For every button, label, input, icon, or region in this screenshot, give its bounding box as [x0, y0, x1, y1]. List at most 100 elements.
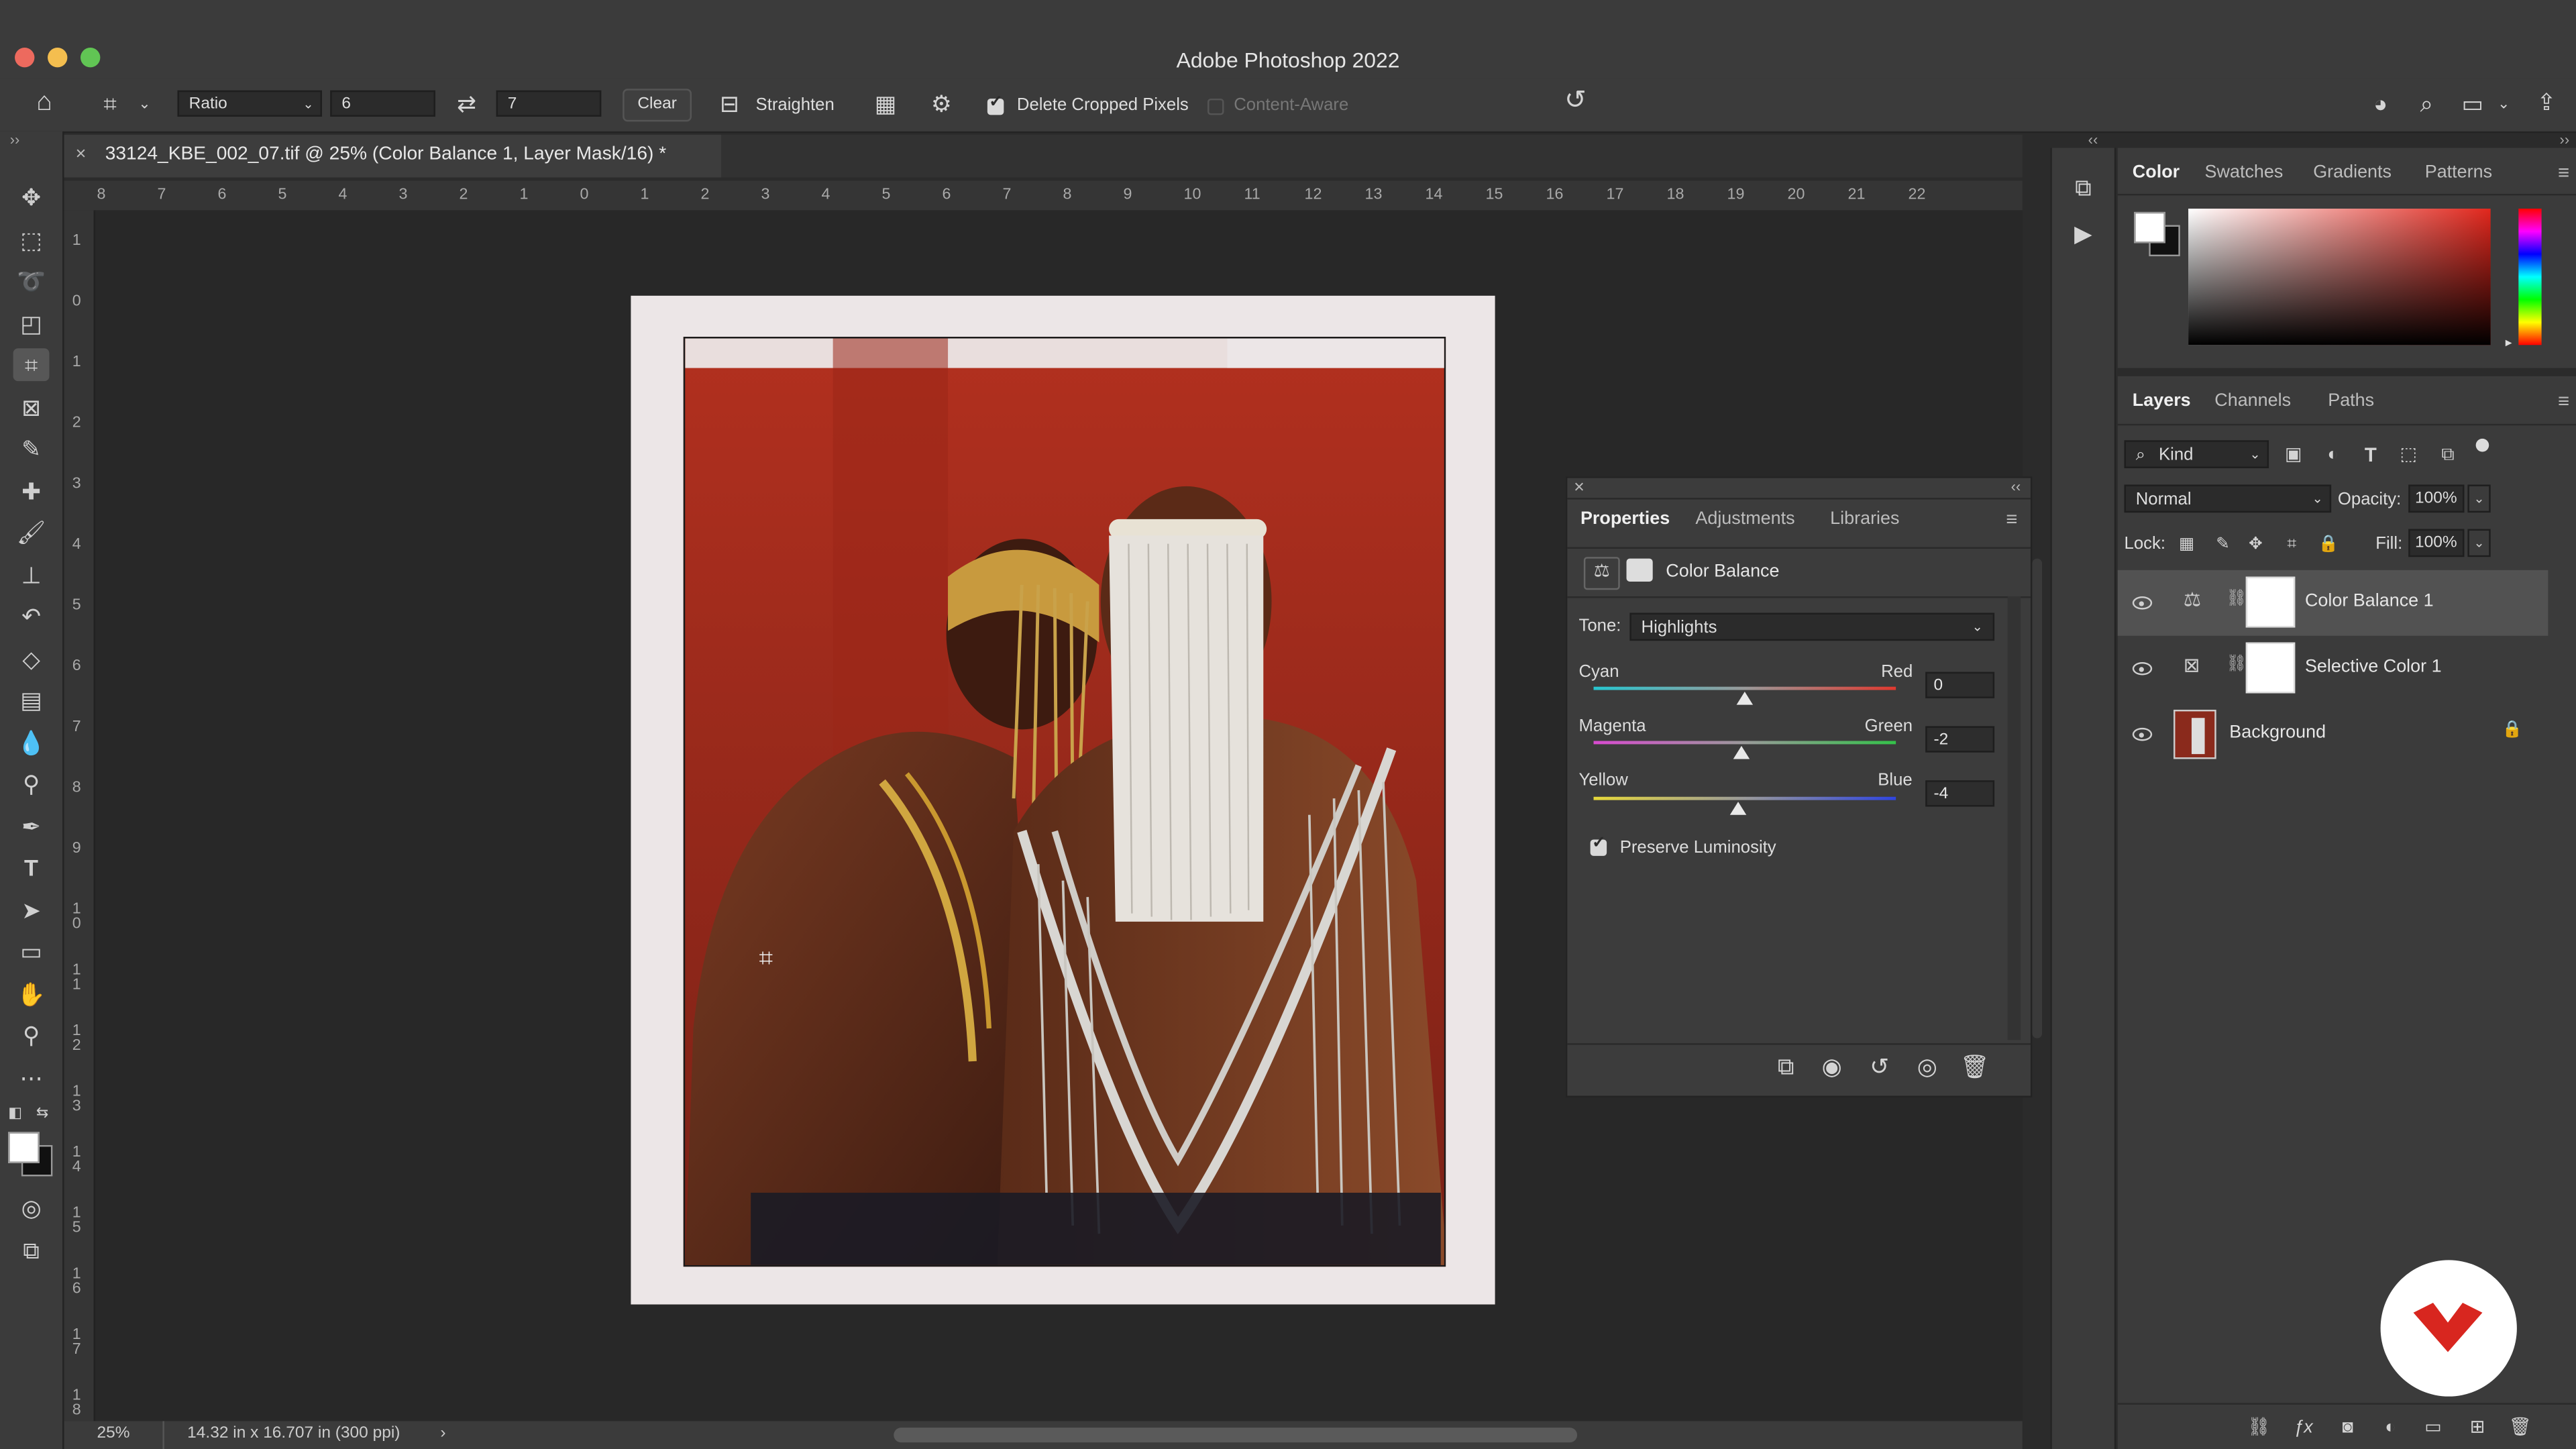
- tab-gradients[interactable]: Gradients: [2313, 162, 2392, 182]
- layer-name[interactable]: Color Balance 1: [2305, 592, 2434, 611]
- cyan-red-slider-thumb[interactable]: [1736, 692, 1754, 705]
- document-tab[interactable]: × 33124_KBE_002_07.tif @ 25% (Color Bala…: [64, 134, 722, 178]
- new-adjustment-layer-icon[interactable]: ◐: [2377, 1415, 2404, 1441]
- panel-dock-scrollbar[interactable]: [2032, 558, 2043, 1038]
- tab-libraries[interactable]: Libraries: [1830, 509, 1899, 529]
- tab-color[interactable]: Color: [2133, 162, 2180, 182]
- ratio-select[interactable]: Ratio ⌄: [177, 90, 323, 117]
- gradient-tool-icon[interactable]: ▤: [13, 684, 50, 716]
- marquee-tool-icon[interactable]: ⬚: [13, 223, 50, 256]
- expand-toolbar-icon[interactable]: ››: [10, 131, 20, 148]
- filter-pixel-icon[interactable]: ▣: [2282, 442, 2305, 468]
- link-icon[interactable]: ⛓: [2226, 590, 2247, 608]
- horizontal-scrollbar[interactable]: [894, 1428, 1578, 1443]
- blur-tool-icon[interactable]: 💧: [13, 726, 50, 759]
- panel-menu-icon[interactable]: ≡: [2558, 389, 2569, 412]
- layer-name[interactable]: Selective Color 1: [2305, 657, 2442, 677]
- brush-tool-icon[interactable]: 🖌: [13, 516, 50, 549]
- foreground-color-swatch[interactable]: [2134, 211, 2165, 244]
- screen-mode-icon[interactable]: ⧉: [13, 1234, 50, 1267]
- rectangle-tool-icon[interactable]: ▭: [13, 934, 50, 967]
- crop-tool-icon[interactable]: ⌗: [13, 348, 50, 382]
- share-icon[interactable]: ⇪: [2532, 89, 2561, 115]
- add-mask-icon[interactable]: ◙: [2334, 1415, 2361, 1441]
- default-colors-icon[interactable]: ◧: [8, 1104, 22, 1122]
- crop-tool-icon[interactable]: ⌗: [95, 91, 125, 117]
- tab-properties[interactable]: Properties: [1580, 509, 1670, 529]
- delete-adjustment-icon[interactable]: 🗑: [1960, 1053, 1990, 1079]
- hand-tool-icon[interactable]: ✋: [13, 977, 50, 1010]
- move-tool-icon[interactable]: ✥: [13, 180, 50, 213]
- visibility-eye-icon[interactable]: [2132, 661, 2153, 676]
- clip-to-layer-icon[interactable]: ⧉: [1771, 1053, 1801, 1079]
- view-previous-state-icon[interactable]: ◉: [1817, 1053, 1847, 1079]
- magenta-green-value-input[interactable]: -2: [1925, 726, 1995, 753]
- content-aware-checkbox[interactable]: [1208, 98, 1224, 115]
- visibility-eye-icon[interactable]: [2132, 596, 2153, 610]
- reset-crop-icon[interactable]: ↺: [1561, 88, 1591, 115]
- close-panel-icon[interactable]: ×: [1574, 478, 1585, 498]
- more-tools-icon[interactable]: ⋯: [13, 1061, 50, 1094]
- chevron-down-icon[interactable]: ⌄: [2494, 91, 2514, 117]
- tab-layers[interactable]: Layers: [2133, 391, 2191, 411]
- eyedropper-tool-icon[interactable]: ✎: [13, 432, 50, 465]
- fill-input[interactable]: 100%: [2408, 529, 2465, 557]
- color-picker-field[interactable]: [2188, 209, 2491, 345]
- swap-colors-icon[interactable]: ⇆: [36, 1104, 48, 1122]
- quick-mask-icon[interactable]: ◎: [13, 1191, 50, 1224]
- layer-filter-select[interactable]: ⌕ Kind ⌄: [2124, 440, 2269, 468]
- layer-row-color-balance-1[interactable]: ⚖ ⛓ Color Balance 1: [2117, 570, 2548, 636]
- frame-tool-icon[interactable]: ⊠: [13, 391, 50, 424]
- object-selection-tool-icon[interactable]: ◰: [13, 307, 50, 340]
- settings-gear-icon[interactable]: ⚙: [926, 91, 956, 117]
- new-layer-icon[interactable]: ⊞: [2464, 1415, 2490, 1441]
- layer-mask-thumbnail[interactable]: [2245, 576, 2296, 628]
- preserve-luminosity-label[interactable]: Preserve Luminosity: [1620, 838, 1776, 857]
- home-icon[interactable]: ⌂: [30, 89, 59, 117]
- visibility-eye-icon[interactable]: [2132, 727, 2153, 741]
- history-panel-icon[interactable]: ⧉: [2068, 174, 2098, 201]
- straighten-label[interactable]: Straighten: [756, 95, 835, 115]
- yellow-blue-value-input[interactable]: -4: [1925, 780, 1995, 807]
- yellow-blue-slider-track[interactable]: [1593, 796, 1896, 800]
- delete-cropped-checkbox[interactable]: [987, 94, 1004, 115]
- zoom-tool-icon[interactable]: ⚲: [13, 1018, 50, 1051]
- lock-image-pixels-icon[interactable]: ✎: [2213, 532, 2233, 558]
- link-layers-icon[interactable]: ⛓: [2246, 1415, 2272, 1441]
- magenta-green-slider-track[interactable]: [1593, 741, 1896, 745]
- layer-name[interactable]: Background: [2229, 723, 2326, 743]
- foreground-color-swatch[interactable]: [8, 1132, 40, 1163]
- tone-select[interactable]: Highlights ⌄: [1629, 612, 1995, 641]
- path-selection-tool-icon[interactable]: ➤: [13, 894, 50, 926]
- pen-tool-icon[interactable]: ✒: [13, 810, 50, 843]
- reset-adjustment-icon[interactable]: ↺: [1865, 1053, 1894, 1079]
- filter-adjustment-icon[interactable]: ◐: [2321, 442, 2344, 468]
- cyan-red-value-input[interactable]: 0: [1925, 672, 1995, 698]
- photo-image[interactable]: [683, 337, 1446, 1267]
- healing-brush-tool-icon[interactable]: ✚: [13, 475, 50, 508]
- layer-mask-icon[interactable]: [1626, 558, 1653, 582]
- tab-channels[interactable]: Channels: [2214, 391, 2291, 411]
- dodge-tool-icon[interactable]: ⚲: [13, 767, 50, 800]
- new-group-icon[interactable]: ▭: [2420, 1415, 2446, 1441]
- tab-adjustments[interactable]: Adjustments: [1695, 509, 1794, 529]
- workspace-icon[interactable]: ▭: [2458, 91, 2487, 117]
- collapse-panel-icon[interactable]: ‹‹: [2011, 478, 2021, 494]
- lock-position-icon[interactable]: ✥: [2246, 532, 2265, 558]
- search-icon[interactable]: ⌕: [2412, 91, 2441, 117]
- learn-icon[interactable]: ◕: [2366, 91, 2396, 117]
- layer-row-selective-color-1[interactable]: ⊠ ⛓ Selective Color 1: [2118, 636, 2548, 702]
- panel-menu-icon[interactable]: ≡: [2006, 508, 2017, 531]
- magenta-green-slider-thumb[interactable]: [1733, 745, 1750, 759]
- close-tab-icon[interactable]: ×: [76, 135, 87, 174]
- chevron-down-icon[interactable]: ⌄: [135, 91, 154, 117]
- collapse-strip-icon[interactable]: ‹‹: [2088, 131, 2098, 148]
- layer-image-thumbnail[interactable]: [2174, 709, 2216, 759]
- panel-scrollbar[interactable]: [2007, 596, 2021, 1040]
- lasso-tool-icon[interactable]: ➰: [13, 264, 50, 297]
- collapse-dock-icon[interactable]: ››: [2560, 131, 2570, 148]
- lock-transparency-icon[interactable]: ▦: [2177, 532, 2196, 558]
- cyan-red-slider-track[interactable]: [1593, 686, 1896, 690]
- content-aware-label[interactable]: Content-Aware: [1234, 95, 1348, 115]
- lock-artboard-icon[interactable]: ⌗: [2282, 532, 2302, 558]
